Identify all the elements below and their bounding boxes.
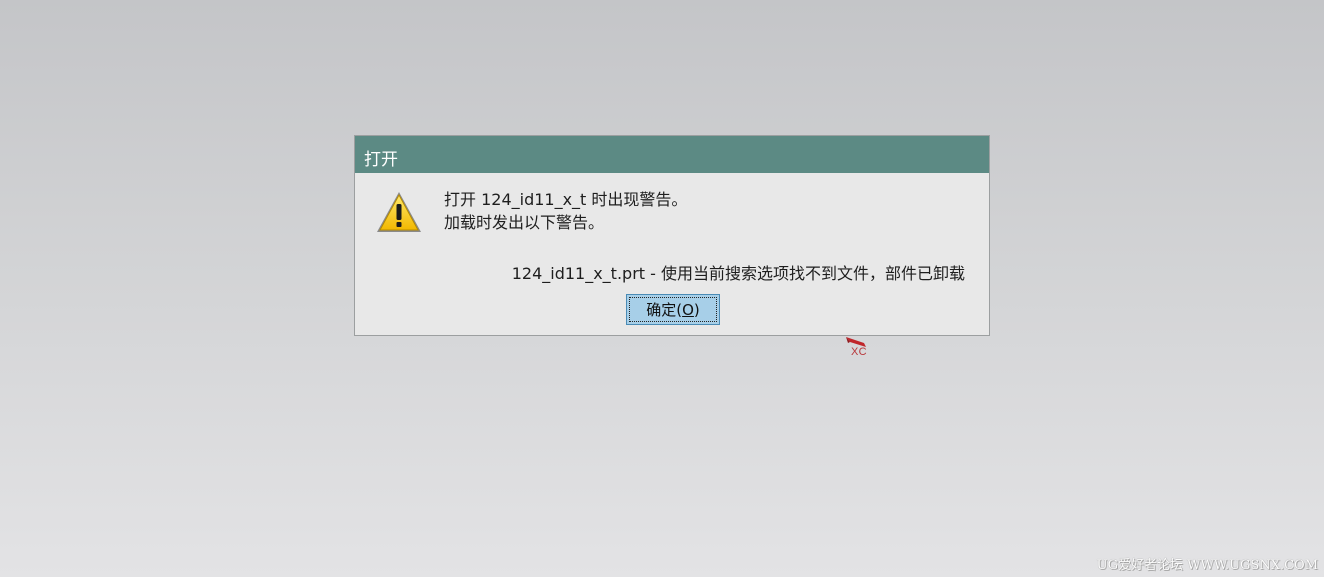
message-line-2: 加载时发出以下警告。 [444,213,605,232]
ok-button-suffix: ) [693,301,700,319]
warning-detail: 124_id11_x_t.prt - 使用当前搜索选项找不到文件，部件已卸载 [511,264,965,283]
axis-triad: XC [844,334,874,360]
message-line-1: 打开 124_id11_x_t 时出现警告。 [444,190,688,209]
warning-icon [377,192,421,232]
dialog-titlebar[interactable]: 打开 [355,136,989,173]
dialog-title: 打开 [364,150,398,170]
message-area: 打开 124_id11_x_t 时出现警告。 加载时发出以下警告。 [444,188,687,234]
ok-button-prefix: 确定( [646,301,683,319]
axis-label-xc: XC [851,346,867,358]
warning-dialog: 打开 打开 124_id11_x_t 时出现警告。 加载时发出以下警告。 124… [354,135,990,336]
ok-button-mnemonic: O [682,301,694,319]
forum-watermark: UG爱好者论坛 WWW.UGSNX.COM [1096,558,1318,573]
graphics-viewport[interactable]: XC 打开 打开 124_id11_x_t 时出现警告。 加载时发出以下警告。 … [0,0,1324,577]
ok-button[interactable]: 确定(O) [626,294,720,325]
